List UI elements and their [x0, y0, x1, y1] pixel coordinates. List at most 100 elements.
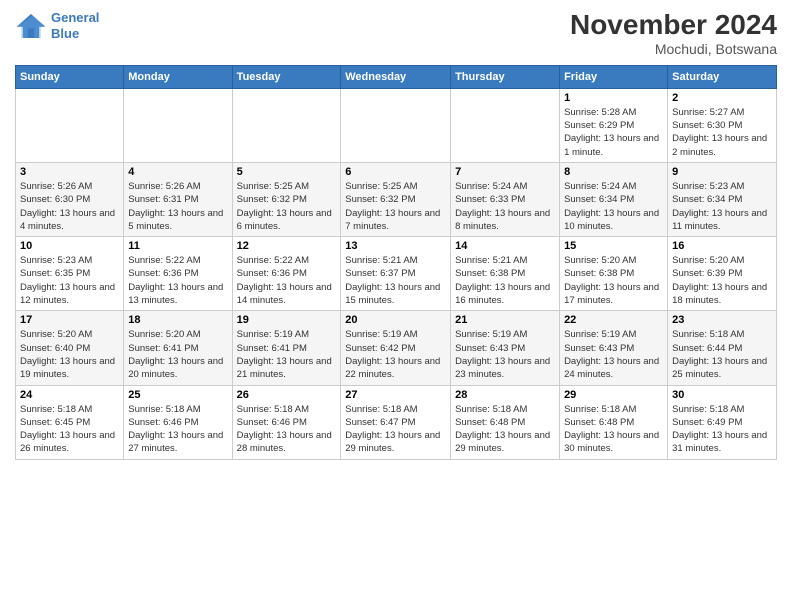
col-wednesday: Wednesday — [341, 65, 451, 88]
day-detail: Sunrise: 5:20 AM Sunset: 6:41 PM Dayligh… — [128, 328, 227, 381]
day-number: 8 — [564, 166, 663, 178]
logo-icon — [15, 12, 47, 40]
day-number: 21 — [455, 314, 555, 326]
day-detail: Sunrise: 5:23 AM Sunset: 6:35 PM Dayligh… — [20, 254, 119, 307]
day-detail: Sunrise: 5:19 AM Sunset: 6:42 PM Dayligh… — [345, 328, 446, 381]
table-row: 12 Sunrise: 5:22 AM Sunset: 6:36 PM Dayli… — [232, 237, 341, 311]
table-row: 5Sunrise: 5:25 AM Sunset: 6:32 PM Daylig… — [232, 162, 341, 236]
day-number: 15 — [564, 240, 663, 252]
day-number: 9 — [672, 166, 772, 178]
day-detail: Sunrise: 5:26 AM Sunset: 6:31 PM Dayligh… — [128, 180, 227, 233]
table-row: 14 Sunrise: 5:21 AM Sunset: 6:38 PM Dayli… — [451, 237, 560, 311]
col-sunday: Sunday — [16, 65, 124, 88]
table-row — [16, 88, 124, 162]
day-number: 24 — [20, 389, 119, 401]
table-row: 17Sunrise: 5:20 AM Sunset: 6:40 PM Dayli… — [16, 311, 124, 385]
day-detail: Sunrise: 5:22 AM Sunset: 6:36 PM Dayligh… — [128, 254, 227, 307]
table-row: 19 Sunrise: 5:19 AM Sunset: 6:41 PM Dayli… — [232, 311, 341, 385]
calendar-header-row: Sunday Monday Tuesday Wednesday Thursday… — [16, 65, 777, 88]
title-block: November 2024 Mochudi, Botswana — [570, 10, 777, 57]
table-row: 1 Sunrise: 5:28 AM Sunset: 6:29 PM Daylig… — [560, 88, 668, 162]
table-row: 11 Sunrise: 5:22 AM Sunset: 6:36 PM Dayli… — [124, 237, 232, 311]
main-title: November 2024 — [570, 10, 777, 41]
day-number: 4 — [128, 166, 227, 178]
day-number: 18 — [128, 314, 227, 326]
table-row: 22 Sunrise: 5:19 AM Sunset: 6:43 PM Dayli… — [560, 311, 668, 385]
week-row-1: 3Sunrise: 5:26 AM Sunset: 6:30 PM Daylig… — [16, 162, 777, 236]
week-row-2: 10Sunrise: 5:23 AM Sunset: 6:35 PM Dayli… — [16, 237, 777, 311]
day-detail: Sunrise: 5:19 AM Sunset: 6:41 PM Dayligh… — [237, 328, 337, 381]
day-number: 12 — [237, 240, 337, 252]
day-number: 27 — [345, 389, 446, 401]
logo-text: General Blue — [51, 10, 99, 41]
day-number: 20 — [345, 314, 446, 326]
col-thursday: Thursday — [451, 65, 560, 88]
day-detail: Sunrise: 5:22 AM Sunset: 6:36 PM Dayligh… — [237, 254, 337, 307]
col-saturday: Saturday — [668, 65, 777, 88]
table-row: 21Sunrise: 5:19 AM Sunset: 6:43 PM Dayli… — [451, 311, 560, 385]
table-row: 4 Sunrise: 5:26 AM Sunset: 6:31 PM Daylig… — [124, 162, 232, 236]
table-row: 18 Sunrise: 5:20 AM Sunset: 6:41 PM Dayli… — [124, 311, 232, 385]
table-row — [124, 88, 232, 162]
page: General Blue November 2024 Mochudi, Bots… — [0, 0, 792, 470]
day-detail: Sunrise: 5:20 AM Sunset: 6:39 PM Dayligh… — [672, 254, 772, 307]
day-detail: Sunrise: 5:18 AM Sunset: 6:46 PM Dayligh… — [237, 403, 337, 456]
day-number: 28 — [455, 389, 555, 401]
table-row: 3Sunrise: 5:26 AM Sunset: 6:30 PM Daylig… — [16, 162, 124, 236]
table-row: 30 Sunrise: 5:18 AM Sunset: 6:49 PM Dayli… — [668, 385, 777, 459]
day-detail: Sunrise: 5:25 AM Sunset: 6:32 PM Dayligh… — [345, 180, 446, 233]
table-row: 7 Sunrise: 5:24 AM Sunset: 6:33 PM Daylig… — [451, 162, 560, 236]
table-row: 20 Sunrise: 5:19 AM Sunset: 6:42 PM Dayli… — [341, 311, 451, 385]
day-number: 22 — [564, 314, 663, 326]
table-row: 10Sunrise: 5:23 AM Sunset: 6:35 PM Dayli… — [16, 237, 124, 311]
logo-blue: Blue — [51, 26, 79, 41]
table-row: 25 Sunrise: 5:18 AM Sunset: 6:46 PM Dayli… — [124, 385, 232, 459]
day-detail: Sunrise: 5:18 AM Sunset: 6:45 PM Dayligh… — [20, 403, 119, 456]
day-number: 6 — [345, 166, 446, 178]
table-row: 24 Sunrise: 5:18 AM Sunset: 6:45 PM Dayli… — [16, 385, 124, 459]
day-number: 2 — [672, 92, 772, 104]
day-detail: Sunrise: 5:18 AM Sunset: 6:44 PM Dayligh… — [672, 328, 772, 381]
day-detail: Sunrise: 5:28 AM Sunset: 6:29 PM Dayligh… — [564, 106, 663, 159]
day-detail: Sunrise: 5:24 AM Sunset: 6:34 PM Dayligh… — [564, 180, 663, 233]
logo: General Blue — [15, 10, 99, 41]
col-tuesday: Tuesday — [232, 65, 341, 88]
logo-general: General — [51, 10, 99, 25]
week-row-0: 1 Sunrise: 5:28 AM Sunset: 6:29 PM Daylig… — [16, 88, 777, 162]
day-detail: Sunrise: 5:18 AM Sunset: 6:46 PM Dayligh… — [128, 403, 227, 456]
table-row: 26Sunrise: 5:18 AM Sunset: 6:46 PM Dayli… — [232, 385, 341, 459]
day-number: 16 — [672, 240, 772, 252]
day-detail: Sunrise: 5:25 AM Sunset: 6:32 PM Dayligh… — [237, 180, 337, 233]
day-detail: Sunrise: 5:19 AM Sunset: 6:43 PM Dayligh… — [564, 328, 663, 381]
day-detail: Sunrise: 5:18 AM Sunset: 6:48 PM Dayligh… — [455, 403, 555, 456]
col-monday: Monday — [124, 65, 232, 88]
day-detail: Sunrise: 5:18 AM Sunset: 6:49 PM Dayligh… — [672, 403, 772, 456]
day-number: 14 — [455, 240, 555, 252]
day-detail: Sunrise: 5:24 AM Sunset: 6:33 PM Dayligh… — [455, 180, 555, 233]
day-number: 25 — [128, 389, 227, 401]
day-number: 7 — [455, 166, 555, 178]
day-number: 19 — [237, 314, 337, 326]
day-number: 1 — [564, 92, 663, 104]
table-row: 28 Sunrise: 5:18 AM Sunset: 6:48 PM Dayli… — [451, 385, 560, 459]
day-detail: Sunrise: 5:26 AM Sunset: 6:30 PM Dayligh… — [20, 180, 119, 233]
table-row: 27Sunrise: 5:18 AM Sunset: 6:47 PM Dayli… — [341, 385, 451, 459]
table-row: 6 Sunrise: 5:25 AM Sunset: 6:32 PM Daylig… — [341, 162, 451, 236]
table-row — [341, 88, 451, 162]
table-row: 13Sunrise: 5:21 AM Sunset: 6:37 PM Dayli… — [341, 237, 451, 311]
table-row: 23 Sunrise: 5:18 AM Sunset: 6:44 PM Dayli… — [668, 311, 777, 385]
week-row-3: 17Sunrise: 5:20 AM Sunset: 6:40 PM Dayli… — [16, 311, 777, 385]
table-row — [232, 88, 341, 162]
table-row: 8 Sunrise: 5:24 AM Sunset: 6:34 PM Daylig… — [560, 162, 668, 236]
table-row: 2Sunrise: 5:27 AM Sunset: 6:30 PM Daylig… — [668, 88, 777, 162]
day-number: 23 — [672, 314, 772, 326]
subtitle: Mochudi, Botswana — [570, 41, 777, 57]
day-detail: Sunrise: 5:21 AM Sunset: 6:38 PM Dayligh… — [455, 254, 555, 307]
day-number: 30 — [672, 389, 772, 401]
day-number: 13 — [345, 240, 446, 252]
day-detail: Sunrise: 5:20 AM Sunset: 6:38 PM Dayligh… — [564, 254, 663, 307]
week-row-4: 24 Sunrise: 5:18 AM Sunset: 6:45 PM Dayli… — [16, 385, 777, 459]
day-number: 11 — [128, 240, 227, 252]
day-number: 29 — [564, 389, 663, 401]
day-number: 17 — [20, 314, 119, 326]
